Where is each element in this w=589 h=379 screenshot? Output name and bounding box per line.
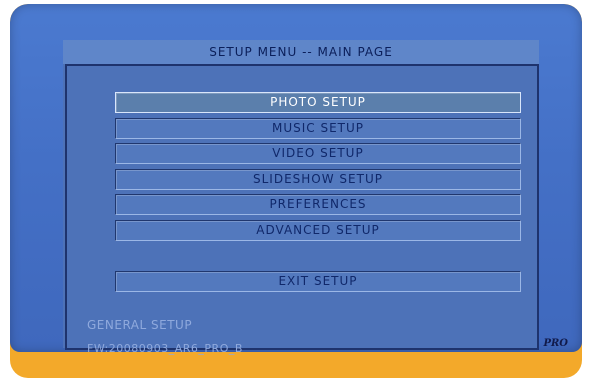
tv-bezel: SETUP MENU -- MAIN PAGE PHOTO SETUP MUSI… [10,4,582,378]
menu-list: PHOTO SETUP MUSIC SETUP VIDEO SETUP SLID… [115,92,521,296]
photo-setup-button[interactable]: PHOTO SETUP [115,92,521,113]
pro-badge: PRO [543,338,568,349]
device-screen: SETUP MENU -- MAIN PAGE PHOTO SETUP MUSI… [0,0,589,379]
advanced-setup-button[interactable]: ADVANCED SETUP [115,219,521,241]
video-setup-button[interactable]: VIDEO SETUP [115,143,521,164]
firmware-version-label: FW:20080903_AR6_PRO_B [87,342,243,355]
setup-menu-panel: SETUP MENU -- MAIN PAGE PHOTO SETUP MUSI… [63,40,539,355]
preferences-button[interactable]: PREFERENCES [115,194,521,215]
section-status-label: GENERAL SETUP [87,318,193,332]
menu-box: PHOTO SETUP MUSIC SETUP VIDEO SETUP SLID… [65,64,539,355]
music-setup-button[interactable]: MUSIC SETUP [115,117,521,139]
slideshow-setup-button[interactable]: SLIDESHOW SETUP [115,168,521,190]
exit-setup-button[interactable]: EXIT SETUP [115,270,521,292]
page-title: SETUP MENU -- MAIN PAGE [63,40,539,64]
setup-screen: SETUP MENU -- MAIN PAGE PHOTO SETUP MUSI… [10,4,582,355]
